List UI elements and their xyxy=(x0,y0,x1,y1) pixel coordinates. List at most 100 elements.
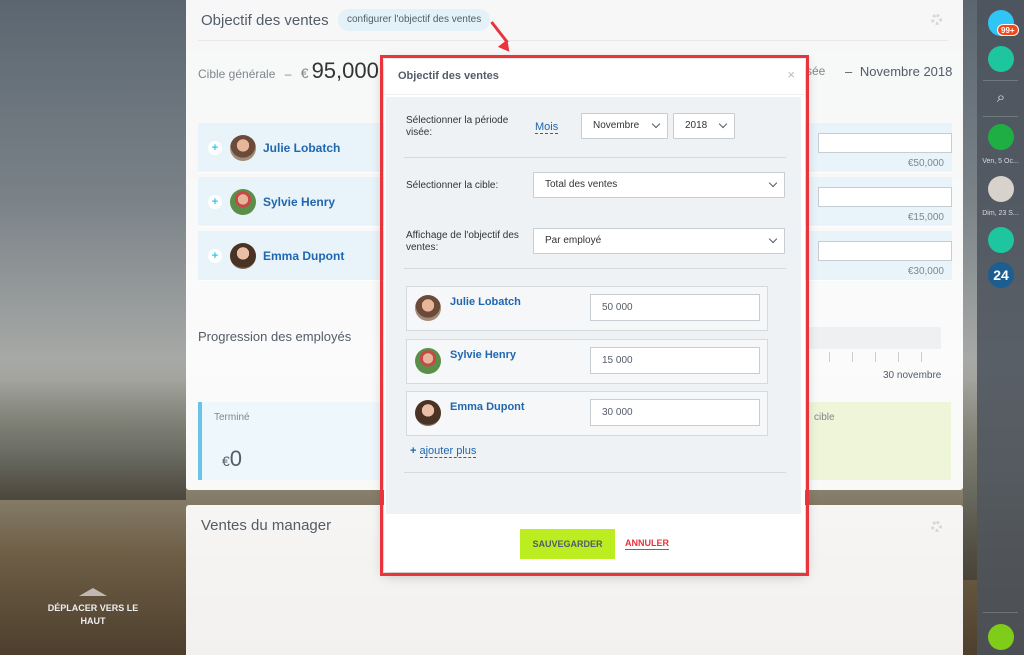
target-box-label: cible xyxy=(814,412,835,423)
employee-name[interactable]: Emma Dupont xyxy=(263,249,344,263)
period-dash: – xyxy=(845,64,853,79)
target-select-value: Total des ventes xyxy=(545,179,618,190)
employee-sum: €30,000 xyxy=(907,266,944,277)
chevron-down-icon xyxy=(768,178,778,188)
employee-name[interactable]: Sylvie Henry xyxy=(450,349,516,361)
search-icon[interactable]: ⌕ xyxy=(988,85,1014,111)
general-target-label: Cible générale xyxy=(198,67,276,81)
display-label: Affichage de l'objectif des ventes: xyxy=(406,230,519,253)
avatar xyxy=(230,189,256,215)
scroll-top-button[interactable]: DÉPLACER VERS LE HAUT xyxy=(40,588,146,628)
user-avatar[interactable] xyxy=(988,176,1014,202)
chevron-down-icon xyxy=(651,119,661,129)
period-mode-link[interactable]: Mois xyxy=(535,121,559,134)
done-currency: € xyxy=(222,453,230,469)
avatar xyxy=(415,348,441,374)
target-box: cible xyxy=(806,402,951,480)
cancel-button[interactable]: ANNULER xyxy=(625,538,669,550)
card-title: Objectif des ventes xyxy=(201,12,329,29)
right-sidebar: 99+ ⌕ Ven, 5 Oc... Dim, 23 S... 24 xyxy=(977,0,1024,655)
arrow-up-icon xyxy=(79,588,107,596)
scroll-top-label: DÉPLACER VERS LE HAUT xyxy=(47,603,139,626)
expand-plus-icon[interactable]: + xyxy=(208,141,222,155)
divider xyxy=(404,472,786,473)
add-more-label: ajouter plus xyxy=(419,445,477,458)
gear-icon[interactable] xyxy=(931,14,942,25)
expand-plus-icon[interactable]: + xyxy=(208,249,222,263)
avatar xyxy=(230,135,256,161)
employee-name[interactable]: Julie Lobatch xyxy=(263,141,340,155)
general-target: Cible générale – €95,000 xyxy=(198,58,379,84)
avatar xyxy=(415,295,441,321)
recent-date-1: Ven, 5 Oc... xyxy=(982,158,1019,165)
bitrix24-icon[interactable]: 24 xyxy=(988,262,1014,288)
expand-plus-icon[interactable]: + xyxy=(208,195,222,209)
divider xyxy=(983,80,1018,81)
employee-target-row: Sylvie Henry 15 000 xyxy=(406,339,768,384)
target-dash: – xyxy=(284,67,292,81)
configure-target-link[interactable]: configurer l'objectif des ventes xyxy=(338,9,491,31)
dialog-body: Sélectionner la période visée: Mois Nove… xyxy=(386,97,801,514)
dialog-header: Objectif des ventes × xyxy=(384,59,805,95)
sales-target-dialog: Objectif des ventes × Sélectionner la pé… xyxy=(384,59,805,572)
target-select[interactable]: Total des ventes xyxy=(533,172,785,198)
notifications-badge: 99+ xyxy=(997,24,1019,36)
divider xyxy=(983,116,1018,117)
done-box: Terminé €0 xyxy=(198,402,398,480)
target-currency: € xyxy=(300,65,309,81)
employee-target-row: Julie Lobatch 50 000 xyxy=(406,286,768,331)
employee-target-field xyxy=(818,133,952,153)
period-label-partial: sée xyxy=(806,64,826,78)
done-amount: 0 xyxy=(229,446,243,471)
month-select[interactable]: Novembre xyxy=(581,113,668,139)
month-select-value: Novembre xyxy=(593,120,640,131)
period-month-value: Novembre 2018 xyxy=(859,64,953,79)
employee-name[interactable]: Julie Lobatch xyxy=(450,296,521,308)
divider xyxy=(198,40,948,41)
employee-target-input[interactable]: 15 000 xyxy=(590,347,760,374)
employee-name[interactable]: Emma Dupont xyxy=(450,401,525,413)
card2-title: Ventes du manager xyxy=(201,517,332,534)
employee-target-row: Emma Dupont 30 000 xyxy=(406,391,768,436)
divider xyxy=(404,268,786,269)
done-label: Terminé xyxy=(214,412,250,423)
save-button[interactable]: SAUVEGARDER xyxy=(520,529,615,559)
gear-icon[interactable] xyxy=(931,521,942,532)
close-icon[interactable]: × xyxy=(787,67,795,82)
dialog-footer: SAUVEGARDER ANNULER xyxy=(384,514,805,572)
employee-target-input[interactable]: 50 000 xyxy=(590,294,760,321)
year-select[interactable]: 2018 xyxy=(673,113,735,139)
avatar xyxy=(415,400,441,426)
chevron-down-icon xyxy=(768,234,778,244)
chevron-down-icon xyxy=(718,119,728,129)
employee-target-input[interactable]: 30 000 xyxy=(590,399,760,426)
display-select[interactable]: Par employé xyxy=(533,228,785,254)
add-prefix: + xyxy=(410,445,417,457)
year-select-value: 2018 xyxy=(685,120,708,131)
progress-ticks xyxy=(806,352,941,362)
done-value: €0 xyxy=(222,446,242,472)
progress-label: Progression des employés xyxy=(198,329,352,344)
progress-date: 30 novembre xyxy=(883,370,942,381)
background-trees-right xyxy=(963,380,977,580)
period-label: Sélectionner la période visée: xyxy=(406,115,509,138)
megaphone-icon[interactable] xyxy=(988,124,1014,150)
period-month: – Novembre 2018 xyxy=(845,64,952,79)
employee-target-field xyxy=(818,187,952,207)
phone-icon[interactable] xyxy=(988,624,1014,650)
chat-icon[interactable] xyxy=(988,46,1014,72)
add-more-link[interactable]: + ajouter plus xyxy=(410,445,477,458)
avatar xyxy=(230,243,256,269)
recent-date-2: Dim, 23 S... xyxy=(982,210,1019,217)
employee-sum: €50,000 xyxy=(907,158,944,169)
target-label: Sélectionner la cible: xyxy=(406,180,499,191)
background-trees xyxy=(0,380,186,500)
employee-name[interactable]: Sylvie Henry xyxy=(263,195,335,209)
open-lines-icon[interactable] xyxy=(988,227,1014,253)
divider xyxy=(404,157,786,158)
dialog-title: Objectif des ventes xyxy=(398,70,499,82)
target-amount: 95,000 xyxy=(311,58,379,83)
employee-sum: €15,000 xyxy=(907,212,944,223)
employee-target-field xyxy=(818,241,952,261)
display-select-value: Par employé xyxy=(545,235,602,246)
